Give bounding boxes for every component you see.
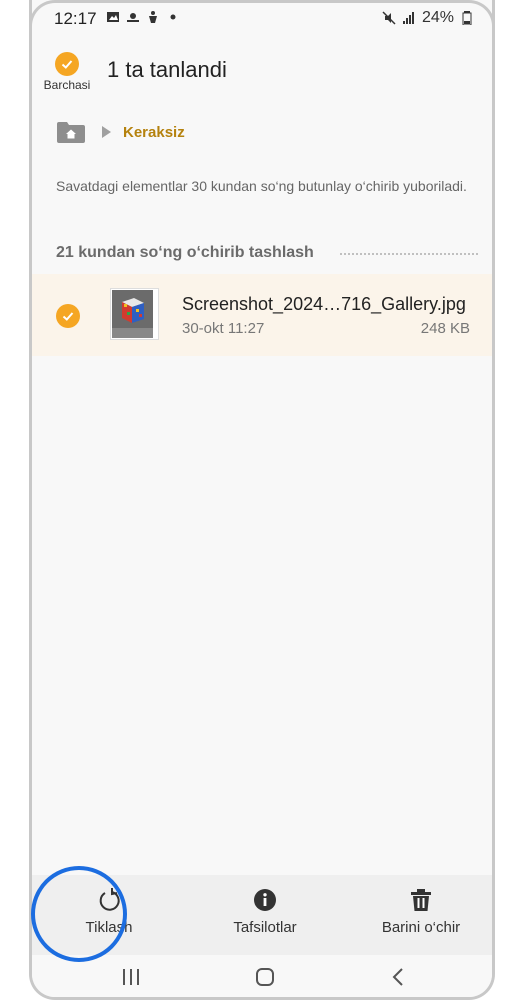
file-name: Screenshot_2024…716_Gallery.jpg — [182, 294, 466, 314]
rubiks-cube-image — [112, 290, 153, 338]
file-date: 30-okt 11:27 — [182, 320, 265, 337]
selection-header: Barchasi 1 ta tanlandi — [32, 40, 492, 100]
home-nav-icon — [256, 968, 274, 986]
recent-apps-button[interactable] — [111, 963, 151, 991]
dot-icon — [170, 14, 176, 20]
check-icon — [62, 312, 74, 321]
section-divider — [340, 253, 478, 255]
home-folder-icon — [57, 122, 85, 143]
status-left-icons — [106, 10, 180, 24]
file-thumbnail — [110, 288, 159, 340]
delete-all-button[interactable]: Barini o‘chir — [361, 887, 481, 936]
breadcrumb: Keraksiz — [56, 117, 185, 147]
image-icon — [107, 12, 119, 22]
chevron-right-icon — [102, 126, 111, 138]
details-button[interactable]: Tafsilotlar — [205, 887, 325, 936]
back-nav-button[interactable] — [378, 963, 418, 991]
restore-icon — [99, 888, 120, 911]
info-icon — [254, 889, 276, 911]
signal-icon — [402, 12, 414, 24]
navigation-bar — [32, 955, 492, 997]
mute-icon — [382, 11, 396, 25]
select-all-checkbox[interactable]: Barchasi — [42, 52, 92, 92]
breadcrumb-current[interactable]: Keraksiz — [123, 124, 185, 141]
details-label: Tafsilotlar — [233, 919, 297, 936]
weather-icon — [127, 13, 139, 22]
bottom-action-bar: Tiklash Tafsilotlar Barini o‘chir — [32, 875, 492, 955]
section-heading: 21 kundan so‘ng o‘chirib tashlash — [56, 244, 314, 261]
status-right-icons: 24% — [382, 9, 474, 27]
file-row[interactable]: Screenshot_2024…716_Gallery.jpg 30-okt 1… — [32, 274, 492, 356]
recent-apps-icon — [123, 969, 139, 985]
check-icon — [55, 52, 79, 76]
trash-info-text: Savatdagi elementlar 30 kundan so‘ng but… — [56, 178, 467, 194]
home-nav-button[interactable] — [245, 963, 285, 991]
battery-percent: 24% — [421, 9, 454, 26]
delete-all-label: Barini o‘chir — [381, 919, 461, 936]
phone-frame: 12:17 24% Barchasi 1 ta tanlandi Keraksi… — [29, 0, 495, 1000]
battery-icon — [462, 11, 472, 25]
status-time: 12:17 — [54, 9, 97, 28]
restore-label: Tiklash — [85, 919, 133, 936]
trash-icon — [411, 889, 431, 911]
restore-button[interactable]: Tiklash — [49, 887, 169, 936]
file-checkbox[interactable] — [56, 304, 80, 328]
select-all-label: Barchasi — [43, 78, 91, 92]
back-icon — [392, 968, 403, 986]
status-bar: 12:17 24% — [32, 0, 492, 36]
home-button[interactable] — [56, 120, 86, 144]
page-title: 1 ta tanlandi — [107, 57, 227, 82]
accessibility-icon — [149, 11, 157, 23]
file-size: 248 KB — [420, 320, 470, 337]
